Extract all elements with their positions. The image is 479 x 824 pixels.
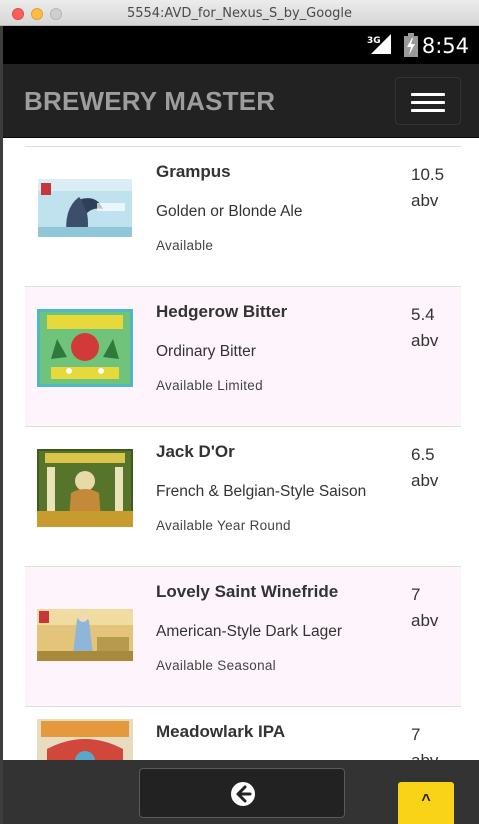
beer-availability: Available (156, 238, 214, 253)
android-status-bar: 3G 8:54 (3, 26, 479, 64)
beer-style: French & Belgian-Style Saison (156, 483, 367, 500)
beer-style: American-Style Dark Lager (156, 623, 343, 640)
abv-value: 7 (411, 585, 421, 604)
beer-availability: Available Year Round (156, 518, 291, 533)
beer-abv: 7 abv (411, 582, 456, 634)
beer-list-container[interactable]: Grampus Golden or Blonde Ale Available 1… (3, 138, 479, 760)
beer-list: Grampus Golden or Blonde Ale Available 1… (25, 146, 461, 760)
beer-label-image (37, 309, 133, 387)
beer-abv: 6.5 abv (411, 442, 456, 494)
hamburger-menu-button[interactable] (395, 77, 461, 125)
beer-abv: 7 abv (411, 722, 456, 760)
abv-value: 5.4 (411, 305, 435, 324)
brand-title[interactable]: BREWERY MASTER (24, 86, 275, 117)
cell-signal-icon: 3G (367, 34, 391, 54)
beer-name: Grampus (156, 162, 231, 181)
abv-unit: abv (411, 748, 456, 760)
beer-abv: 10.5 abv (411, 162, 456, 214)
window-titlebar: 5554:AVD_for_Nexus_S_by_Google (0, 0, 479, 26)
abv-unit: abv (411, 611, 439, 630)
beer-name: Hedgerow Bitter (156, 302, 288, 321)
abv-unit: abv (411, 191, 439, 210)
beer-label-image (37, 719, 133, 760)
app-navbar: BREWERY MASTER (3, 64, 479, 138)
abv-value: 7 (411, 725, 421, 744)
beer-list-item[interactable]: Jack D'Or French & Belgian-Style Saison … (25, 427, 461, 567)
beer-style: Golden or Blonde Ale (156, 203, 303, 220)
beer-list-item[interactable]: Meadowlark IPA 7 abv (25, 707, 461, 760)
beer-availability: Available Seasonal (156, 658, 276, 673)
abv-unit: abv (411, 331, 439, 350)
beer-label-image (37, 449, 133, 527)
beer-list-item[interactable]: Hedgerow Bitter Ordinary Bitter Availabl… (25, 287, 461, 427)
chevron-up-icon: ^ (421, 792, 431, 809)
beer-label-image (37, 589, 133, 667)
beer-list-item[interactable]: Lovely Saint Winefride American-Style Da… (25, 567, 461, 707)
hamburger-menu-icon (411, 101, 445, 104)
bottom-toolbar: ^ (3, 760, 479, 824)
network-type-label: 3G (367, 36, 381, 46)
beer-abv: 5.4 abv (411, 302, 456, 354)
abv-unit: abv (411, 471, 439, 490)
hamburger-menu-icon (411, 93, 445, 96)
window-title: 5554:AVD_for_Nexus_S_by_Google (126, 6, 353, 21)
beer-name: Jack D'Or (156, 442, 235, 461)
abv-value: 6.5 (411, 445, 435, 464)
beer-list-item[interactable]: Grampus Golden or Blonde Ale Available 1… (25, 147, 461, 287)
arrow-left-circle-icon (231, 782, 255, 806)
beer-name: Lovely Saint Winefride (156, 582, 339, 601)
battery-charging-icon (404, 33, 418, 57)
scroll-to-top-button[interactable]: ^ (398, 782, 454, 824)
back-button[interactable] (139, 768, 345, 818)
hamburger-menu-icon (411, 109, 445, 112)
beer-name: Meadowlark IPA (156, 722, 286, 741)
beer-style: Ordinary Bitter (156, 343, 256, 360)
abv-value: 10.5 (411, 165, 445, 184)
beer-availability: Available Limited (156, 378, 263, 393)
beer-label-image (37, 169, 133, 247)
status-clock: 8:54 (421, 34, 469, 58)
